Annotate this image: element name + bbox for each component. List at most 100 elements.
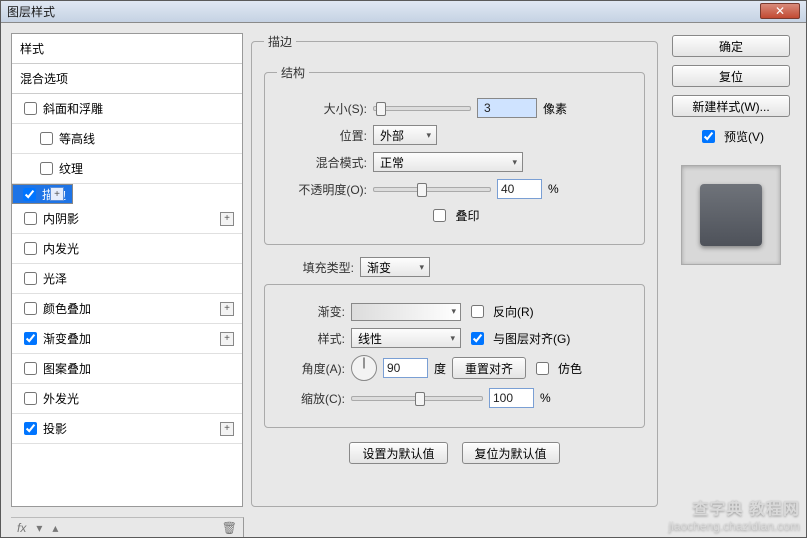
gradient-picker[interactable]: ▾ — [351, 303, 461, 321]
filltype-select[interactable]: 渐变▾ — [360, 257, 430, 277]
position-select[interactable]: 外部▾ — [373, 125, 437, 145]
scale-unit: % — [540, 391, 551, 405]
overprint-label: 叠印 — [455, 207, 479, 224]
right-panel: 确定 复位 新建样式(W)... 预览(V) — [666, 33, 796, 507]
effect-checkbox[interactable] — [24, 302, 37, 315]
effect-row-7[interactable]: 颜色叠加+ — [12, 294, 242, 324]
reset-align-button[interactable]: 重置对齐 — [452, 357, 526, 379]
gradstyle-label: 样式: — [277, 330, 345, 347]
effect-checkbox[interactable] — [24, 242, 37, 255]
chevron-down-icon: ▾ — [426, 130, 431, 141]
blendmode-label: 混合模式: — [277, 154, 367, 171]
new-style-button[interactable]: 新建样式(W)... — [672, 95, 790, 117]
layer-style-dialog: 图层样式 ✕ 样式 混合选项 斜面和浮雕等高线纹理描边+内阴影+内发光光泽颜色叠… — [0, 0, 807, 538]
effect-label: 投影 — [43, 420, 67, 437]
size-input[interactable] — [477, 98, 537, 118]
effect-checkbox[interactable] — [24, 272, 37, 285]
blend-options-header[interactable]: 混合选项 — [12, 64, 242, 94]
opacity-label: 不透明度(O): — [277, 181, 367, 198]
effect-label: 斜面和浮雕 — [43, 100, 103, 117]
effect-checkbox[interactable] — [40, 132, 53, 145]
size-slider[interactable] — [373, 106, 471, 111]
plus-icon[interactable]: + — [220, 212, 234, 226]
structure-legend: 结构 — [277, 64, 309, 81]
effect-row-2[interactable]: 纹理 — [12, 154, 242, 184]
effect-row-6[interactable]: 光泽 — [12, 264, 242, 294]
reverse-label: 反向(R) — [493, 303, 534, 320]
opacity-unit: % — [548, 182, 559, 196]
reset-button[interactable]: 复位 — [672, 65, 790, 87]
effect-checkbox[interactable] — [24, 422, 37, 435]
chevron-up-icon[interactable]: ▴ — [52, 521, 58, 535]
effect-row-8[interactable]: 渐变叠加 + — [12, 324, 242, 354]
effect-row-5[interactable]: 内发光 — [12, 234, 242, 264]
make-default-button[interactable]: 设置为默认值 — [349, 442, 447, 464]
fx-icon[interactable]: fx — [17, 521, 26, 535]
effect-row-10[interactable]: 外发光 — [12, 384, 242, 414]
close-button[interactable]: ✕ — [760, 3, 800, 19]
ok-button[interactable]: 确定 — [672, 35, 790, 57]
stroke-fieldset: 描边 结构 大小(S): 像素 位置: 外部▾ 混合模式: — [251, 33, 658, 507]
dialog-body: 样式 混合选项 斜面和浮雕等高线纹理描边+内阴影+内发光光泽颜色叠加+渐变叠加+… — [1, 23, 806, 517]
effect-row-11[interactable]: 投影 + — [12, 414, 242, 444]
effect-checkbox[interactable] — [24, 392, 37, 405]
scale-label: 缩放(C): — [277, 390, 345, 407]
dither-checkbox[interactable] — [536, 362, 549, 375]
preview-swatch — [681, 165, 781, 265]
effect-checkbox[interactable] — [24, 212, 37, 225]
effect-label: 外发光 — [43, 390, 79, 407]
position-label: 位置: — [277, 127, 367, 144]
opacity-input[interactable] — [497, 179, 542, 199]
effect-row-1[interactable]: 等高线 — [12, 124, 242, 154]
opacity-slider[interactable] — [373, 187, 491, 192]
trash-icon[interactable]: 🗑 — [222, 521, 237, 535]
effect-label: 等高线 — [59, 130, 95, 147]
effect-label: 纹理 — [59, 160, 83, 177]
styles-panel: 样式 混合选项 斜面和浮雕等高线纹理描边+ 内阴影 + 内发光光泽颜色叠加+ 渐变叠加 +… — [11, 33, 243, 507]
effect-label: 内发光 — [43, 240, 79, 257]
blendmode-select[interactable]: 正常▾ — [373, 152, 523, 172]
size-label: 大小(S): — [277, 100, 367, 117]
effect-label: 渐变叠加 — [43, 330, 91, 347]
titlebar[interactable]: 图层样式 ✕ — [1, 1, 806, 23]
plus-icon[interactable]: + — [220, 332, 234, 346]
effect-label: 图案叠加 — [43, 360, 91, 377]
structure-fieldset: 结构 大小(S): 像素 位置: 外部▾ 混合模式: 正常▾ — [264, 64, 645, 245]
effect-checkbox[interactable] — [24, 332, 37, 345]
angle-unit: 度 — [434, 360, 446, 377]
effect-row-4[interactable]: 内阴影 + — [12, 204, 242, 234]
effect-row-9[interactable]: 图案叠加 — [12, 354, 242, 384]
effect-row-3[interactable]: 描边+ — [12, 184, 73, 204]
chevron-down-icon[interactable]: ▾ — [36, 521, 42, 535]
size-unit: 像素 — [543, 100, 567, 117]
scale-slider[interactable] — [351, 396, 483, 401]
chevron-down-icon: ▾ — [450, 333, 455, 344]
reverse-checkbox[interactable] — [471, 305, 484, 318]
scale-input[interactable] — [489, 388, 534, 408]
overprint-checkbox[interactable] — [433, 209, 446, 222]
alignlayer-label: 与图层对齐(G) — [493, 330, 570, 347]
effect-checkbox[interactable] — [24, 102, 37, 115]
angle-dial[interactable] — [351, 355, 377, 381]
effect-row-0[interactable]: 斜面和浮雕 — [12, 94, 242, 124]
effect-label: 光泽 — [43, 270, 67, 287]
effect-checkbox[interactable] — [40, 162, 53, 175]
effect-checkbox[interactable] — [24, 362, 37, 375]
stroke-legend: 描边 — [264, 33, 296, 50]
preview-inner — [700, 184, 762, 246]
angle-input[interactable] — [383, 358, 428, 378]
reset-default-button[interactable]: 复位为默认值 — [462, 442, 560, 464]
preview-checkbox[interactable] — [702, 130, 715, 143]
alignlayer-checkbox[interactable] — [471, 332, 484, 345]
plus-icon[interactable]: + — [220, 302, 234, 316]
filltype-label: 填充类型: — [264, 259, 354, 276]
effect-checkbox[interactable] — [23, 188, 36, 201]
styles-header[interactable]: 样式 — [12, 34, 242, 64]
close-icon: ✕ — [775, 4, 785, 18]
gradstyle-select[interactable]: 线性▾ — [351, 328, 461, 348]
effect-label: 内阴影 — [43, 210, 79, 227]
plus-icon[interactable]: + — [50, 187, 64, 201]
settings-panel: 描边 结构 大小(S): 像素 位置: 外部▾ 混合模式: — [251, 33, 658, 507]
dither-label: 仿色 — [558, 360, 582, 377]
plus-icon[interactable]: + — [220, 422, 234, 436]
